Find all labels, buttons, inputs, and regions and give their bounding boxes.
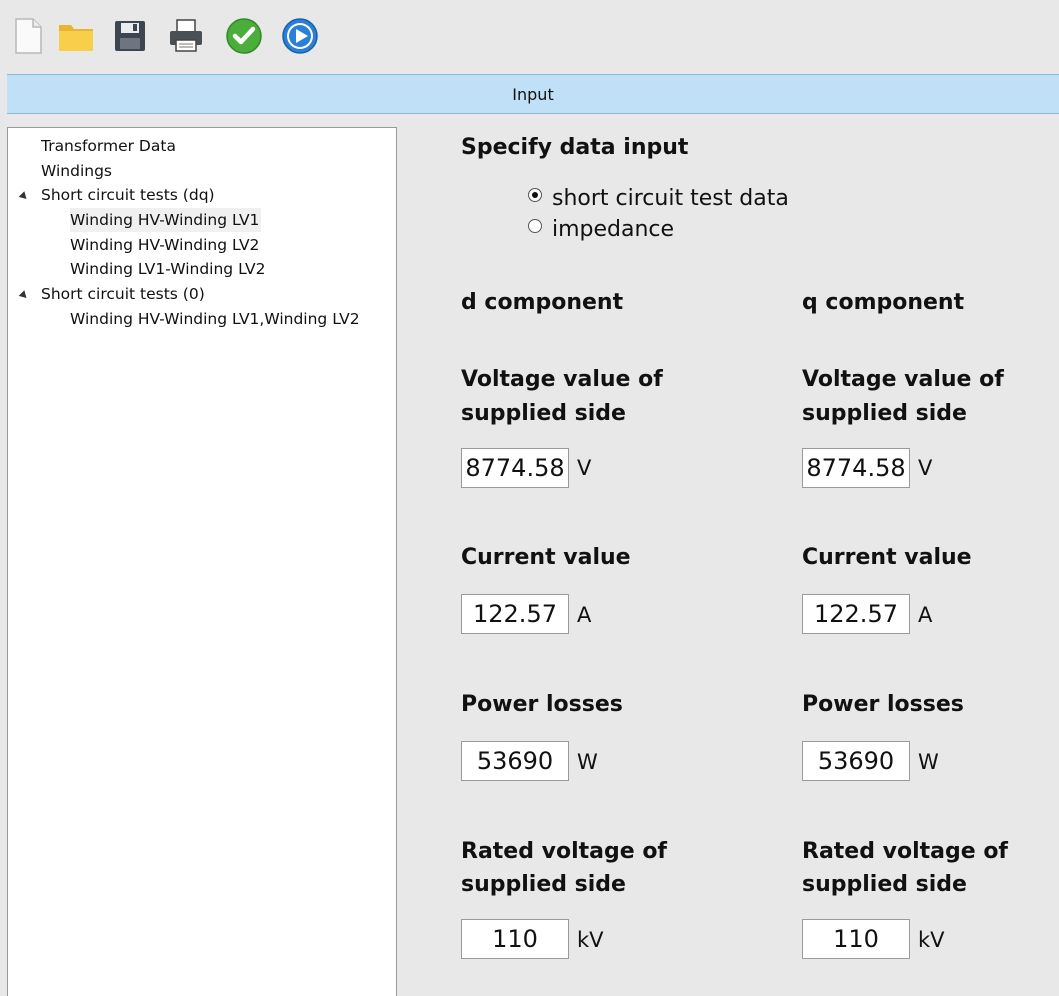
d-voltage-label-line2: supplied side <box>461 401 626 426</box>
d-current-unit: A <box>577 603 592 627</box>
d-rated-label-line1: Rated voltage of <box>461 839 668 864</box>
q-current-input[interactable]: 122.57 <box>802 594 910 634</box>
q-voltage-unit: V <box>918 456 933 480</box>
tree-item-winding-lv1-lv2[interactable]: Winding LV1-Winding LV2 <box>70 257 265 281</box>
tree-item-short-circuit-tests-dq[interactable]: Short circuit tests (dq) <box>41 183 215 207</box>
q-losses-input[interactable]: 53690 <box>802 741 910 781</box>
radio-short-circuit-test-data[interactable]: short circuit test data <box>528 186 789 211</box>
tree-item-winding-hv-lv2[interactable]: Winding HV-Winding LV2 <box>70 233 259 257</box>
q-losses-unit: W <box>918 750 939 774</box>
tree-item-short-circuit-tests-0[interactable]: Short circuit tests (0) <box>41 282 205 306</box>
q-voltage-label-line2: supplied side <box>802 401 967 426</box>
d-component-header: d component <box>461 290 624 315</box>
d-voltage-label-line1: Voltage value of <box>461 367 663 392</box>
new-document-button[interactable] <box>8 14 48 58</box>
q-rated-label-line1: Rated voltage of <box>802 839 1009 864</box>
q-voltage-input[interactable]: 8774.58 <box>802 448 910 488</box>
tree-item-winding-hv-lv1-lv2[interactable]: Winding HV-Winding LV1,Winding LV2 <box>70 307 360 331</box>
banner-title: Input <box>512 84 554 104</box>
tree-item-winding-hv-lv1[interactable]: Winding HV-Winding LV1 <box>70 208 262 232</box>
d-current-label: Current value <box>461 545 631 570</box>
d-losses-unit: W <box>577 750 598 774</box>
tree-item-label: Short circuit tests (dq) <box>41 186 215 204</box>
expanded-arrow-icon[interactable] <box>18 290 30 301</box>
q-rated-label-line2: supplied side <box>802 872 967 897</box>
d-current-input[interactable]: 122.57 <box>461 594 569 634</box>
q-component-header: q component <box>802 290 965 315</box>
open-folder-icon <box>59 25 93 51</box>
radio-checked-icon[interactable] <box>528 187 542 202</box>
q-current-label: Current value <box>802 545 972 570</box>
radio-label: short circuit test data <box>552 186 789 211</box>
d-voltage-unit: V <box>577 456 592 480</box>
form-title: Specify data input <box>461 135 689 160</box>
q-rated-unit: kV <box>918 928 945 952</box>
d-rated-label-line2: supplied side <box>461 872 626 897</box>
d-losses-label: Power losses <box>461 692 623 717</box>
open-folder-button[interactable] <box>56 14 96 58</box>
print-icon <box>170 19 202 52</box>
tree-item-label: Windings <box>41 162 112 180</box>
radio-label: impedance <box>552 217 675 242</box>
d-voltage-input[interactable]: 8774.58 <box>461 448 569 488</box>
check-icon <box>226 18 262 54</box>
new-document-icon <box>15 18 42 54</box>
radio-unchecked-icon[interactable] <box>528 218 542 233</box>
q-current-unit: A <box>918 603 933 627</box>
tree-item-label: Winding HV-Winding LV1,Winding LV2 <box>70 310 360 328</box>
tree-item-transformer-data[interactable]: Transformer Data <box>41 134 176 158</box>
tree-item-label: Short circuit tests (0) <box>41 285 205 303</box>
tree-item-windings[interactable]: Windings <box>41 159 112 183</box>
run-button[interactable] <box>280 14 320 58</box>
d-rated-unit: kV <box>577 928 604 952</box>
save-button[interactable] <box>110 14 150 58</box>
q-rated-input[interactable]: 110 <box>802 919 910 959</box>
tree-item-label: Winding LV1-Winding LV2 <box>70 260 266 278</box>
tree-item-label: Transformer Data <box>41 137 176 155</box>
expanded-arrow-icon[interactable] <box>18 191 30 202</box>
section-banner: Input <box>7 74 1059 114</box>
validate-button[interactable] <box>224 14 264 58</box>
radio-impedance[interactable]: impedance <box>528 217 674 242</box>
tree-item-label: Winding HV-Winding LV2 <box>70 236 260 254</box>
print-button[interactable] <box>166 14 206 58</box>
navigation-tree: Transformer Data Windings Short circuit … <box>7 127 397 996</box>
d-rated-input[interactable]: 110 <box>461 919 569 959</box>
d-losses-input[interactable]: 53690 <box>461 741 569 781</box>
tree-item-label: Winding HV-Winding LV1 <box>70 211 260 229</box>
save-icon <box>115 21 145 51</box>
play-icon <box>282 18 318 54</box>
q-voltage-label-line1: Voltage value of <box>802 367 1004 392</box>
q-losses-label: Power losses <box>802 692 964 717</box>
toolbar <box>0 0 1059 74</box>
